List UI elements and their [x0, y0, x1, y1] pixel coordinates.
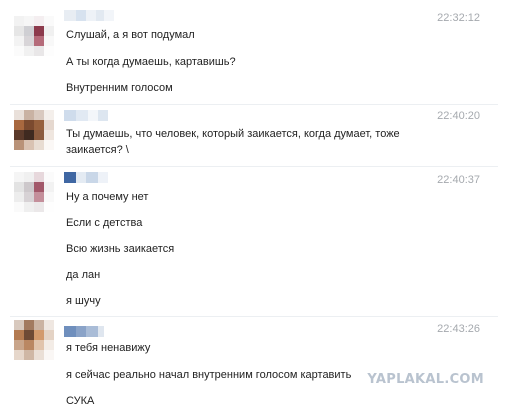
- message-text: Ты думаешь, что человек, который заикает…: [66, 128, 400, 140]
- author-name[interactable]: [64, 110, 108, 121]
- divider: [10, 166, 498, 167]
- avatar[interactable]: [14, 172, 54, 212]
- watermark-logo: YAPLAKAL.COM: [367, 372, 484, 387]
- message-time: 22:43:26: [437, 323, 480, 335]
- message-text: Внутренним голосом: [66, 82, 173, 94]
- message-text: Ну а почему нет: [66, 191, 149, 203]
- message-text: А ты когда думаешь, картавишь?: [66, 56, 236, 68]
- message-text: Всю жизнь заикается: [66, 243, 175, 255]
- divider: [10, 104, 498, 105]
- message-text: я тебя ненавижу: [66, 342, 151, 354]
- message-text: заикается? \: [66, 144, 129, 156]
- message-text: я шучу: [66, 295, 101, 307]
- author-name[interactable]: [64, 326, 104, 337]
- avatar[interactable]: [14, 110, 54, 150]
- author-name[interactable]: [64, 172, 108, 183]
- avatar[interactable]: [14, 16, 54, 56]
- avatar[interactable]: [14, 320, 54, 360]
- message-text: СУКА: [66, 395, 95, 407]
- divider: [10, 316, 498, 317]
- message-text: Если с детства: [66, 217, 143, 229]
- message-time: 22:40:20: [437, 110, 480, 122]
- message-text: Слушай, а я вот подумал: [66, 29, 195, 41]
- message-text: да лан: [66, 269, 101, 281]
- message-time: 22:32:12: [437, 12, 480, 24]
- author-name[interactable]: [64, 10, 114, 21]
- message-text: я сейчас реально начал внутренним голосо…: [66, 369, 352, 381]
- message-time: 22:40:37: [437, 174, 480, 186]
